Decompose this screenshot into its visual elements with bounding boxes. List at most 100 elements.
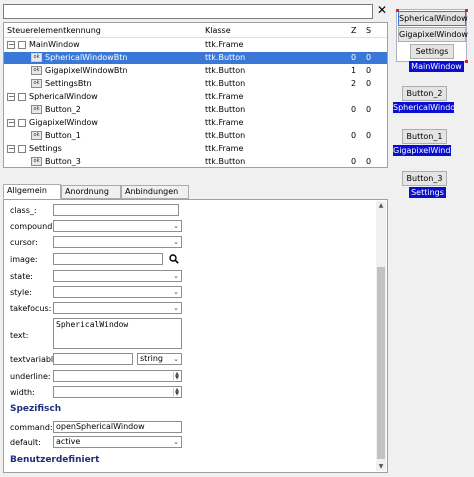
state-label: state: [10, 272, 33, 281]
default-label: default: [10, 438, 41, 447]
column-header-s[interactable]: S [366, 26, 371, 35]
tree-item-name: Button_1 [45, 131, 81, 140]
tree-item-z: 0 [351, 131, 357, 140]
underline-label: underline: [10, 372, 51, 381]
chevron-down-icon: ⌄ [173, 355, 179, 363]
tree-row-gigapixelwindowbtn[interactable]: ok GigapixelWindowBtn ttk.Button 1 0 [4, 65, 387, 77]
underline-spinbox[interactable]: ▲ ▼ [53, 370, 182, 382]
search-icon[interactable] [169, 254, 179, 264]
property-tabs: Allgemein Anordnung Anbindungen [3, 184, 388, 199]
width-spinbox[interactable]: ▲ ▼ [53, 386, 182, 398]
tree-item-s: 0 [366, 157, 372, 166]
preview-button-gigapixel[interactable]: GigapixelWindow [398, 27, 468, 42]
tree-item-name: SettingsBtn [45, 79, 92, 88]
resize-handle[interactable] [465, 60, 468, 63]
resize-handle[interactable] [396, 9, 399, 12]
tab-allgemein[interactable]: Allgemein [3, 184, 61, 199]
tree-row-button-1[interactable]: ok Button_1 ttk.Button 0 0 [4, 130, 387, 142]
pane-splitter[interactable] [3, 170, 388, 182]
filter-input[interactable] [3, 4, 373, 19]
chevron-down-icon: ⌄ [173, 288, 179, 296]
properties-scrollbar[interactable]: ▲ ▼ [376, 201, 386, 471]
scrollbar-thumb[interactable] [377, 267, 385, 459]
tab-anordnung[interactable]: Anordnung [61, 185, 121, 199]
frame-icon [18, 119, 26, 127]
button-widget-icon: ok [31, 105, 42, 114]
tree-item-z: 2 [351, 79, 357, 88]
preview-button-settings[interactable]: Settings [410, 44, 454, 59]
tree-item-class: ttk.Button [205, 131, 246, 140]
collapse-icon[interactable]: − [7, 93, 15, 101]
tree-header: Steuerelementkennung Klasse Z S [4, 23, 387, 38]
preview-label-gigapixelwindow: GigapixelWindow [393, 145, 451, 156]
tree-item-name: SphericalWindow [29, 92, 98, 101]
preview-button-3[interactable]: Button_3 [402, 171, 447, 186]
preview-button-2[interactable]: Button_2 [402, 86, 447, 101]
style-select[interactable]: ⌄ [53, 286, 182, 298]
preview-label-mainwindow: MainWindow [409, 61, 464, 72]
tree-row-sphericalwindowbtn[interactable]: ok SphericalWindowBtn ttk.Button 0 0 [4, 52, 387, 64]
tab-anbindungen[interactable]: Anbindungen [121, 185, 189, 199]
tree-item-class: ttk.Frame [205, 144, 244, 153]
spinner-arrows-icon[interactable]: ▲ ▼ [173, 372, 180, 381]
cursor-select[interactable]: ⌄ [53, 236, 182, 248]
chevron-down-icon: ⌄ [173, 438, 179, 446]
preview-button-spherical[interactable]: SphericalWindow [398, 11, 468, 26]
tree-item-class: ttk.Button [205, 157, 246, 166]
tree-row-sphericalwindow[interactable]: − SphericalWindow ttk.Frame [4, 91, 387, 103]
chevron-down-icon: ⌄ [173, 238, 179, 246]
tree-item-class: ttk.Frame [205, 40, 244, 49]
tree-item-class: ttk.Button [205, 66, 246, 75]
tree-row-settingsbtn[interactable]: ok SettingsBtn ttk.Button 2 0 [4, 78, 387, 90]
chevron-down-icon: ⌄ [173, 222, 179, 230]
collapse-icon[interactable]: − [7, 145, 15, 153]
column-header-id[interactable]: Steuerelementkennung [7, 26, 101, 35]
preview-button-1[interactable]: Button_1 [402, 129, 447, 144]
column-header-z[interactable]: Z [351, 26, 356, 35]
command-input[interactable]: openSphericalWindow [53, 421, 182, 433]
tree-row-gigapixelwindow[interactable]: − GigapixelWindow ttk.Frame [4, 117, 387, 129]
chevron-down-icon: ⌄ [173, 272, 179, 280]
image-input[interactable] [53, 253, 163, 265]
close-icon[interactable]: ✕ [376, 3, 388, 18]
preview-pane: SphericalWindow GigapixelWindow Settings… [393, 0, 474, 477]
preview-label-settings: Settings [409, 187, 446, 198]
tree-item-z: 1 [351, 66, 357, 75]
column-header-class[interactable]: Klasse [205, 26, 231, 35]
compound-select[interactable]: ⌄ [53, 220, 182, 232]
designer-pane: ✕ Steuerelementkennung Klasse Z S − Main… [0, 0, 391, 477]
preview-mainwindow-frame[interactable]: SphericalWindow GigapixelWindow Settings [396, 9, 468, 62]
tree-row-settings[interactable]: − Settings ttk.Frame [4, 143, 387, 155]
compound-label: compound: [10, 222, 55, 231]
spinner-arrows-icon[interactable]: ▲ ▼ [173, 388, 180, 397]
collapse-icon[interactable]: − [7, 41, 15, 49]
tree-item-name: GigapixelWindowBtn [45, 66, 128, 75]
frame-icon [18, 145, 26, 153]
command-label: command: [10, 423, 53, 432]
tree-item-class: ttk.Frame [205, 92, 244, 101]
image-label: image: [10, 255, 38, 264]
style-label: style: [10, 288, 32, 297]
text-label: text: [10, 331, 29, 340]
tree-row-button-2[interactable]: ok Button_2 ttk.Button 0 0 [4, 104, 387, 116]
class-input[interactable] [53, 204, 179, 216]
text-textarea[interactable]: SphericalWindow [53, 318, 182, 349]
button-widget-icon: ok [31, 53, 42, 62]
state-select[interactable]: ⌄ [53, 270, 182, 282]
resize-handle[interactable] [465, 9, 468, 12]
chevron-down-icon: ⌄ [173, 304, 179, 312]
frame-icon [18, 93, 26, 101]
tree-row-mainwindow[interactable]: − MainWindow ttk.Frame [4, 39, 387, 51]
textvariable-type-select[interactable]: string ⌄ [137, 353, 182, 365]
tree-item-class: ttk.Frame [205, 118, 244, 127]
scroll-up-icon[interactable]: ▲ [376, 202, 386, 209]
tree-item-s: 0 [366, 53, 372, 62]
tree-item-name: MainWindow [29, 40, 80, 49]
textvariable-input[interactable] [53, 353, 133, 365]
scroll-down-icon[interactable]: ▼ [376, 463, 386, 470]
tree-item-name: Button_3 [45, 157, 81, 166]
tree-row-button-3[interactable]: ok Button_3 ttk.Button 0 0 [4, 156, 387, 168]
takefocus-select[interactable]: ⌄ [53, 302, 182, 314]
default-select[interactable]: active ⌄ [53, 436, 182, 448]
collapse-icon[interactable]: − [7, 119, 15, 127]
